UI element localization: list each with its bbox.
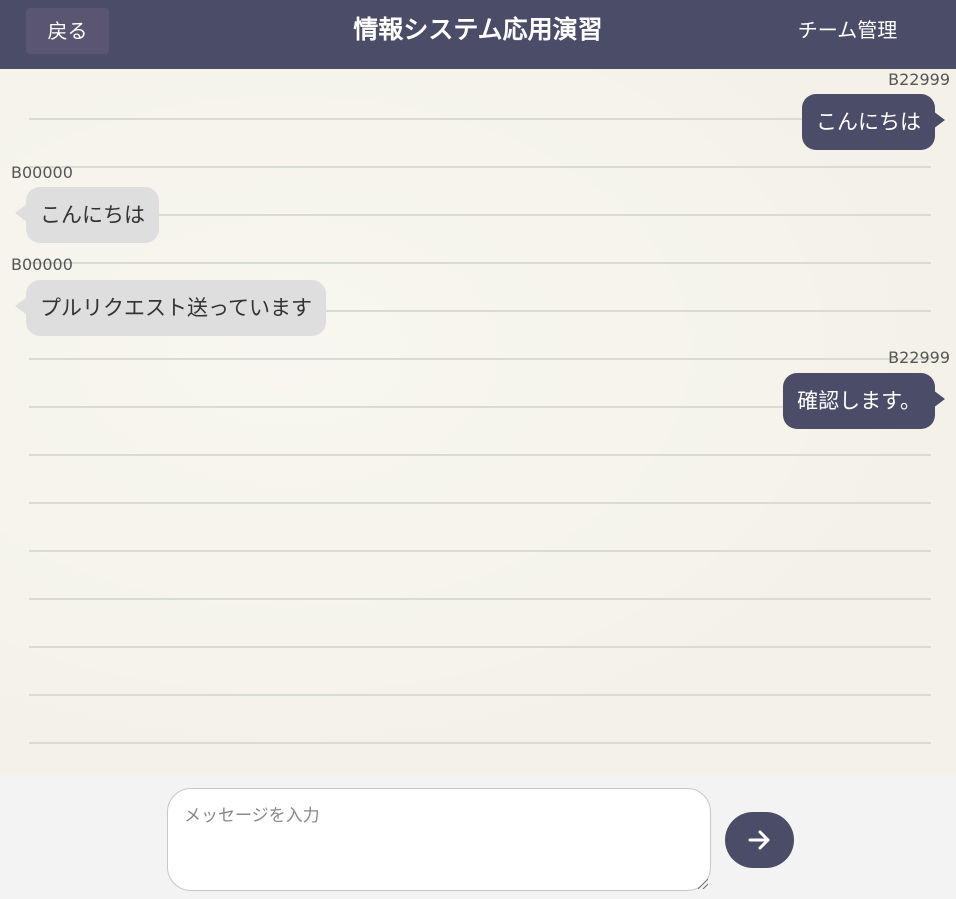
ruled-line: [29, 454, 931, 456]
bubble-tail: [933, 390, 945, 408]
ruled-line: [29, 358, 931, 360]
ruled-line: [29, 502, 931, 504]
message-sender: B00000: [11, 255, 73, 274]
bubble-tail: [933, 111, 945, 129]
message-input[interactable]: [167, 788, 711, 891]
ruled-line: [29, 118, 931, 120]
message-bubble: 確認します。: [783, 373, 935, 429]
ruled-line: [29, 598, 931, 600]
ruled-line: [29, 646, 931, 648]
message-sender: B22999: [888, 348, 950, 367]
resize-grip-icon[interactable]: [698, 879, 708, 889]
message-bubble: プルリクエスト送っています: [26, 280, 326, 336]
ruled-line: [29, 214, 931, 216]
composer-bar: [0, 775, 956, 899]
ruled-line: [29, 262, 931, 264]
message-bubble: こんにちは: [802, 94, 935, 150]
bubble-tail: [15, 204, 27, 222]
team-management-button[interactable]: チーム管理: [780, 12, 915, 48]
message-sender: B00000: [11, 163, 73, 182]
app-header: 戻る 情報システム応用演習 チーム管理: [0, 0, 956, 69]
arrow-right-icon: [748, 830, 770, 850]
ruled-line: [29, 742, 931, 744]
chat-area[interactable]: B22999 こんにちは B00000 こんにちは B00000 プルリクエスト…: [0, 69, 956, 775]
message-bubble: こんにちは: [26, 187, 159, 243]
send-button[interactable]: [725, 812, 794, 868]
ruled-line: [29, 550, 931, 552]
bubble-tail: [15, 297, 27, 315]
message-sender: B22999: [888, 70, 950, 89]
ruled-line: [29, 166, 931, 168]
ruled-line: [29, 694, 931, 696]
